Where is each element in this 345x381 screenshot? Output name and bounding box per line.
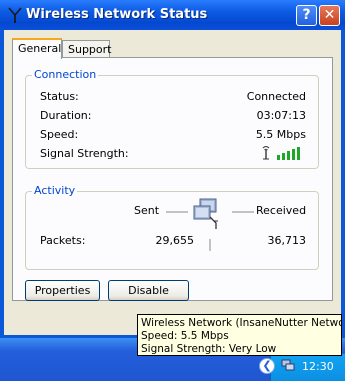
title-bar[interactable]: Wireless Network Status ? ✕: [0, 0, 345, 30]
dialog-client-area: General Support Connection Status: Conne…: [4, 30, 341, 335]
tab-support[interactable]: Support: [62, 40, 111, 57]
duration-label: Duration:: [40, 109, 92, 122]
activity-group: Activity Sent Received Packets: 29,655 3…: [25, 184, 319, 270]
speed-value: 5.5 Mbps: [255, 128, 306, 141]
status-label: Status:: [40, 90, 79, 103]
status-row: Status: Connected: [40, 90, 306, 104]
status-value: Connected: [246, 90, 306, 103]
speed-row: Speed: 5.5 Mbps: [40, 128, 306, 142]
packets-label: Packets:: [40, 234, 86, 247]
signal-strength-label: Signal Strength:: [40, 147, 129, 160]
wireless-status-window: Wireless Network Status ? ✕ General Supp…: [0, 0, 345, 338]
properties-button[interactable]: Properties: [25, 280, 100, 301]
connection-group-title: Connection: [32, 68, 99, 81]
show-hidden-icons-chevron-icon[interactable]: ❮: [259, 358, 275, 374]
activity-group-title: Activity: [32, 184, 78, 197]
packets-received-value: 36,713: [267, 234, 307, 247]
help-button[interactable]: ?: [296, 5, 317, 26]
signal-strength-bars-icon: [262, 146, 300, 160]
disable-button[interactable]: Disable: [108, 280, 189, 301]
tooltip-speed: Speed: 5.5 Mbps: [141, 330, 229, 342]
wireless-network-tray-icon[interactable]: [281, 358, 295, 372]
tooltip-signal-strength: Signal Strength: Very Low: [141, 343, 277, 355]
antenna-icon: [262, 146, 270, 160]
sent-label: Sent: [134, 204, 160, 217]
antenna-icon: [8, 7, 22, 23]
general-panel: Connection Status: Connected Duration: 0…: [12, 57, 333, 301]
window-title: Wireless Network Status: [26, 7, 208, 22]
speed-label: Speed:: [40, 128, 79, 141]
close-button[interactable]: ✕: [319, 5, 340, 26]
tooltip-network-name: Wireless Network (InsaneNutter Network): [141, 317, 342, 329]
duration-value: 03:07:13: [256, 109, 306, 122]
clock[interactable]: 12:30: [302, 360, 334, 373]
tray-tooltip: Wireless Network (InsaneNutter Network) …: [137, 314, 342, 356]
packets-sent-value: 29,655: [155, 234, 195, 247]
received-label: Received: [256, 204, 307, 217]
duration-row: Duration: 03:07:13: [40, 109, 306, 123]
signal-row: Signal Strength:: [40, 146, 306, 161]
tab-general[interactable]: General: [12, 38, 62, 59]
connection-group: Connection Status: Connected Duration: 0…: [25, 68, 319, 169]
